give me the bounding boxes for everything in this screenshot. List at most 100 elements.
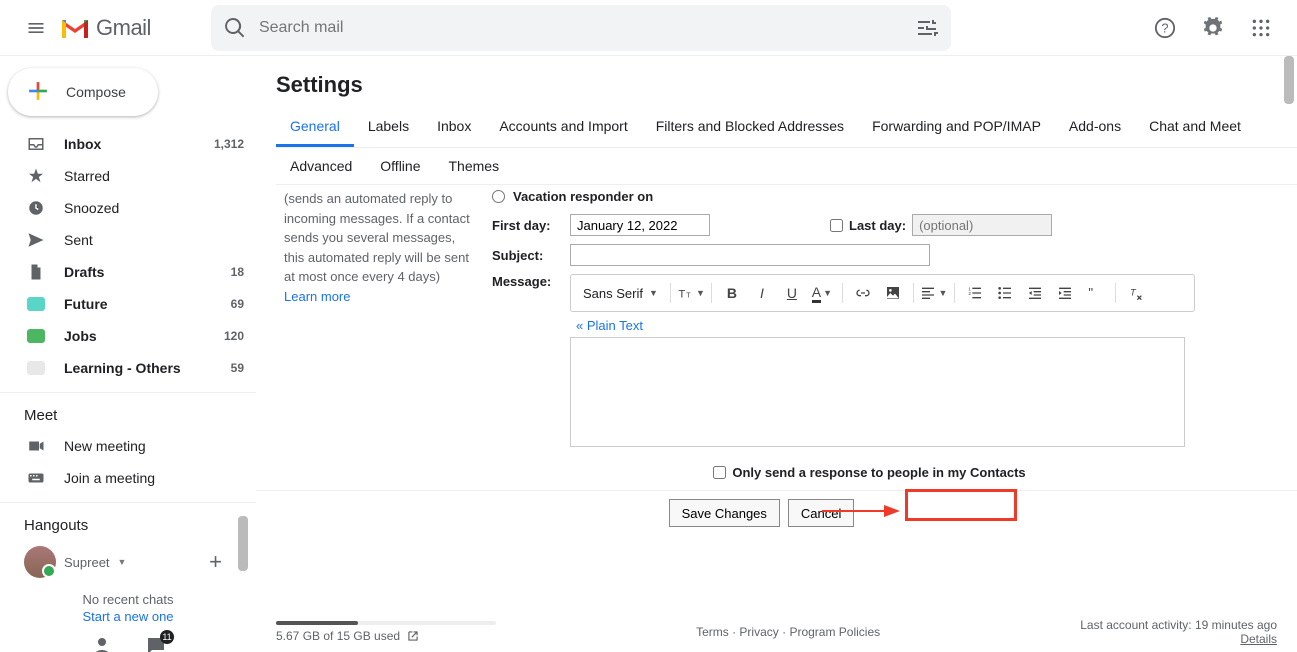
tab-forwarding[interactable]: Forwarding and POP/IMAP: [858, 108, 1055, 147]
details-link[interactable]: Details: [1240, 632, 1277, 646]
contacts-only-checkbox[interactable]: [713, 466, 726, 479]
storage-text: 5.67 GB of 15 GB used: [276, 629, 400, 643]
apps-button[interactable]: [1241, 8, 1281, 48]
first-day-label: First day:: [492, 218, 560, 233]
quote-button[interactable]: ": [1081, 279, 1109, 307]
gmail-logo[interactable]: Gmail: [60, 15, 151, 41]
main-scrollbar[interactable]: [1284, 56, 1294, 104]
text-color-button[interactable]: A▼: [808, 279, 836, 307]
label-icon: [26, 326, 46, 346]
sidebar-item-inbox[interactable]: Inbox 1,312: [0, 128, 256, 160]
subject-input[interactable]: [570, 244, 930, 266]
hangouts-footer-icons: 11: [90, 634, 168, 652]
quote-icon: ": [1087, 285, 1103, 301]
tab-general[interactable]: General: [276, 108, 354, 147]
sidebar-item-sent[interactable]: Sent: [0, 224, 256, 256]
vacation-on-label: Vacation responder on: [513, 189, 653, 204]
annotation-arrow: [822, 501, 902, 521]
annotation-highlight: [905, 489, 1017, 521]
plain-text-link[interactable]: « Plain Text: [570, 312, 643, 335]
sidebar-item-drafts[interactable]: Drafts 18: [0, 256, 256, 288]
privacy-link[interactable]: Privacy: [739, 625, 778, 639]
gmail-icon: [60, 16, 90, 40]
contacts-only-label: Only send a response to people in my Con…: [732, 465, 1025, 480]
person-icon[interactable]: [90, 634, 114, 652]
underline-button[interactable]: U: [778, 279, 806, 307]
first-day-input[interactable]: [570, 214, 710, 236]
clear-format-button[interactable]: T: [1122, 279, 1150, 307]
label-icon: [26, 294, 46, 314]
sidebar-item-learning[interactable]: Learning - Others 59: [0, 352, 256, 384]
image-button[interactable]: [879, 279, 907, 307]
settings-button[interactable]: [1193, 8, 1233, 48]
svg-text:T: T: [686, 291, 691, 299]
tab-advanced[interactable]: Advanced: [276, 148, 366, 184]
sidebar-item-starred[interactable]: Starred: [0, 160, 256, 192]
tab-inbox[interactable]: Inbox: [423, 108, 485, 147]
tab-addons[interactable]: Add-ons: [1055, 108, 1135, 147]
link-icon: [855, 285, 871, 301]
help-button[interactable]: ?: [1145, 8, 1185, 48]
tune-icon[interactable]: [915, 16, 939, 40]
align-icon: [920, 285, 936, 301]
svg-text:T: T: [678, 288, 685, 300]
indent-button[interactable]: [1051, 279, 1079, 307]
compose-button[interactable]: Compose: [8, 68, 158, 116]
outdent-button[interactable]: [1021, 279, 1049, 307]
join-meeting-button[interactable]: Join a meeting: [0, 462, 256, 494]
hangouts-section-title: Hangouts: [0, 503, 256, 540]
add-button[interactable]: +: [209, 549, 222, 575]
meet-section-title: Meet: [0, 393, 256, 430]
tab-chat[interactable]: Chat and Meet: [1135, 108, 1255, 147]
tab-labels[interactable]: Labels: [354, 108, 423, 147]
terms-link[interactable]: Terms: [696, 625, 729, 639]
learn-more-link[interactable]: Learn more: [284, 289, 350, 304]
brand-text: Gmail: [96, 15, 151, 41]
ordered-list-button[interactable]: 12: [961, 279, 989, 307]
svg-text:?: ?: [1161, 20, 1168, 35]
start-new-chat[interactable]: Start a new one: [0, 609, 256, 624]
font-size-dropdown[interactable]: TT▼: [677, 279, 705, 307]
vacation-responder-section: (sends an automated reply to incoming me…: [276, 185, 1297, 490]
tab-filters[interactable]: Filters and Blocked Addresses: [642, 108, 858, 147]
no-recent-chats: No recent chats: [0, 584, 256, 609]
outdent-icon: [1027, 285, 1043, 301]
font-family-dropdown[interactable]: Sans Serif▼: [577, 284, 664, 303]
main-menu-button[interactable]: [16, 8, 56, 48]
last-day-input[interactable]: [912, 214, 1052, 236]
hangouts-user-row[interactable]: Supreet ▼ +: [0, 540, 256, 584]
footer-links: Terms · Privacy · Program Policies: [696, 625, 880, 639]
sidebar: Compose Inbox 1,312 Starred Snoozed Sent…: [0, 56, 256, 652]
search-bar[interactable]: [211, 5, 951, 51]
sidebar-item-future[interactable]: Future 69: [0, 288, 256, 320]
send-icon: [26, 230, 46, 250]
link-button[interactable]: [849, 279, 877, 307]
clock-icon: [26, 198, 46, 218]
message-editor[interactable]: [570, 337, 1185, 447]
bullet-list-button[interactable]: [991, 279, 1019, 307]
indent-icon: [1057, 285, 1073, 301]
vacation-on-radio[interactable]: [492, 190, 505, 203]
open-external-icon[interactable]: [406, 629, 420, 643]
settings-tabs-row2: Advanced Offline Themes: [276, 148, 1297, 185]
gear-icon: [1202, 17, 1224, 39]
sidebar-item-snoozed[interactable]: Snoozed: [0, 192, 256, 224]
chat-icon[interactable]: 11: [144, 634, 168, 652]
image-icon: [885, 285, 901, 301]
save-changes-button[interactable]: Save Changes: [669, 499, 780, 527]
policies-link[interactable]: Program Policies: [789, 625, 880, 639]
new-meeting-button[interactable]: New meeting: [0, 430, 256, 462]
inbox-icon: [26, 134, 46, 154]
search-input[interactable]: [259, 19, 903, 37]
sidebar-scrollbar[interactable]: [238, 516, 248, 571]
last-day-checkbox[interactable]: [830, 219, 843, 232]
page-title: Settings: [276, 72, 1297, 98]
camera-icon: [26, 436, 46, 456]
tab-themes[interactable]: Themes: [435, 148, 514, 184]
tab-offline[interactable]: Offline: [366, 148, 434, 184]
sidebar-item-jobs[interactable]: Jobs 120: [0, 320, 256, 352]
bold-button[interactable]: B: [718, 279, 746, 307]
italic-button[interactable]: I: [748, 279, 776, 307]
tab-accounts[interactable]: Accounts and Import: [485, 108, 641, 147]
align-button[interactable]: ▼: [920, 279, 948, 307]
